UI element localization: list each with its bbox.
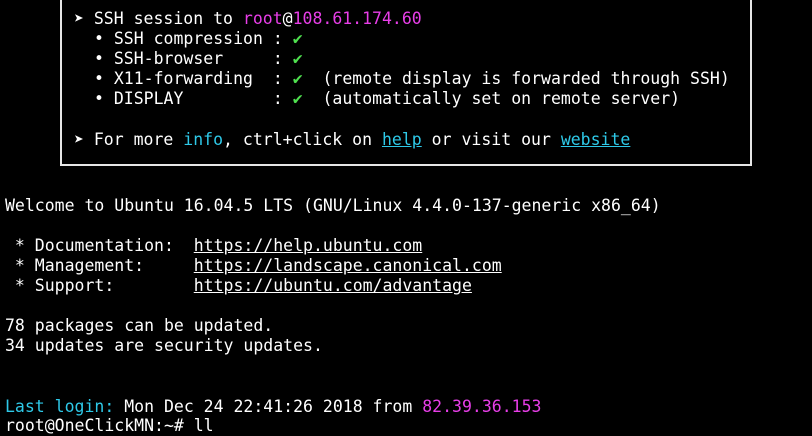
documentation-link[interactable]: https://help.ubuntu.com (194, 236, 422, 255)
session-host: 108.61.174.60 (292, 9, 422, 28)
support-link-line: * Support: https://ubuntu.com/advantage (5, 276, 472, 295)
feature-item-x11: • X11-forwarding : ✔ (remote display is … (94, 69, 730, 88)
doc-link-line: * Documentation: https://help.ubuntu.com (5, 236, 423, 255)
bullet-icon: • (94, 69, 104, 88)
more-info-line: ➤ For more info, ctrl+click on help or v… (74, 130, 631, 149)
command-input[interactable]: ll (194, 416, 214, 435)
command-prompt-line[interactable]: root@OneClickMN:~# ll (5, 416, 214, 436)
welcome-message: Welcome to Ubuntu 16.04.5 LTS (GNU/Linux… (5, 196, 661, 215)
arrow-icon: ➤ (74, 130, 84, 149)
security-update-line: 34 updates are security updates. (5, 336, 323, 355)
last-login-date: Mon Dec 24 22:41:26 2018 from (114, 397, 423, 416)
bullet-icon: • (94, 29, 104, 48)
arrow-icon: ➤ (74, 9, 84, 28)
session-user: root (242, 9, 283, 28)
feature-item-compression: • SSH compression : ✔ (94, 29, 303, 48)
management-link-line: * Management: https://landscape.canonica… (5, 256, 502, 275)
checkmark-icon: ✔ (292, 89, 303, 108)
checkmark-icon: ✔ (292, 69, 303, 88)
bullet-icon: • (94, 49, 104, 68)
info-link[interactable]: info (183, 130, 223, 149)
support-link[interactable]: https://ubuntu.com/advantage (194, 276, 472, 295)
checkmark-icon: ✔ (292, 29, 303, 48)
shell-prompt: root@OneClickMN:~# (5, 416, 194, 435)
ssh-session-line: ➤ SSH session to root@108.61.174.60 (74, 9, 422, 28)
management-link[interactable]: https://landscape.canonical.com (194, 256, 502, 275)
terminal-window[interactable]: ➤ SSH session to root@108.61.174.60 • SS… (0, 0, 812, 435)
packages-update-line: 78 packages can be updated. (5, 316, 274, 335)
last-login-label: Last login: (5, 397, 115, 416)
feature-item-display: • DISPLAY : ✔ (automatically set on remo… (94, 89, 681, 108)
mobaxterm-banner: ➤ SSH session to root@108.61.174.60 • SS… (60, 0, 752, 166)
bullet-icon: • (94, 89, 104, 108)
checkmark-icon: ✔ (292, 49, 303, 68)
last-login-line: Last login: Mon Dec 24 22:41:26 2018 fro… (5, 397, 541, 417)
help-link[interactable]: help (382, 130, 422, 149)
website-link[interactable]: website (561, 130, 631, 149)
feature-item-browser: • SSH-browser : ✔ (94, 49, 303, 68)
last-login-ip: 82.39.36.153 (422, 397, 542, 416)
